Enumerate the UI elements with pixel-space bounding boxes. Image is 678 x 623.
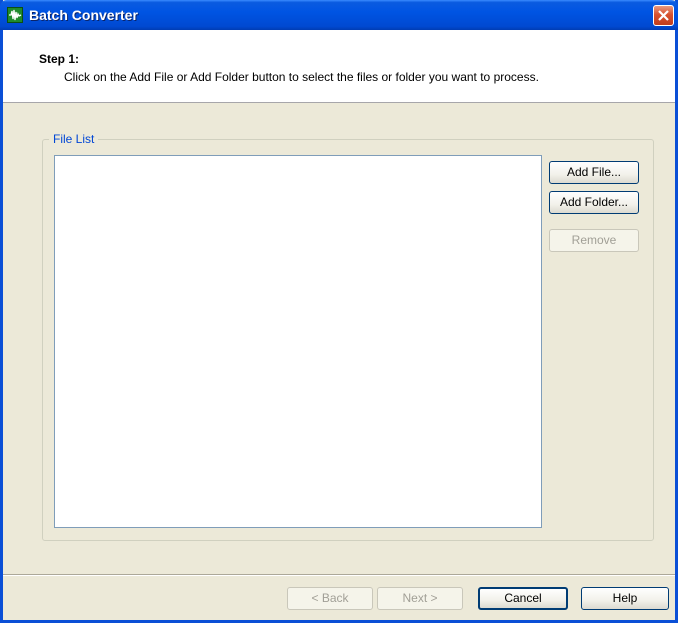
add-file-button[interactable]: Add File... xyxy=(549,161,639,184)
waveform-app-icon xyxy=(7,7,23,23)
next-button[interactable]: Next > xyxy=(377,587,463,610)
add-folder-button[interactable]: Add Folder... xyxy=(549,191,639,214)
help-button[interactable]: Help xyxy=(581,587,669,610)
remove-button[interactable]: Remove xyxy=(549,229,639,252)
footer-divider xyxy=(3,574,675,576)
batch-converter-window: Batch Converter Step 1: Click on the Add… xyxy=(0,0,678,623)
file-list-box[interactable] xyxy=(54,155,542,528)
file-list-label: File List xyxy=(49,132,99,146)
window-title: Batch Converter xyxy=(29,7,138,23)
title-bar[interactable]: Batch Converter xyxy=(0,0,678,30)
close-icon xyxy=(658,10,669,21)
step-description: Click on the Add File or Add Folder butt… xyxy=(64,70,539,84)
close-button[interactable] xyxy=(653,5,674,26)
back-button[interactable]: < Back xyxy=(287,587,373,610)
step-title: Step 1: xyxy=(39,52,80,66)
wizard-header: Step 1: Click on the Add File or Add Fol… xyxy=(3,30,675,103)
cancel-button[interactable]: Cancel xyxy=(478,587,568,610)
